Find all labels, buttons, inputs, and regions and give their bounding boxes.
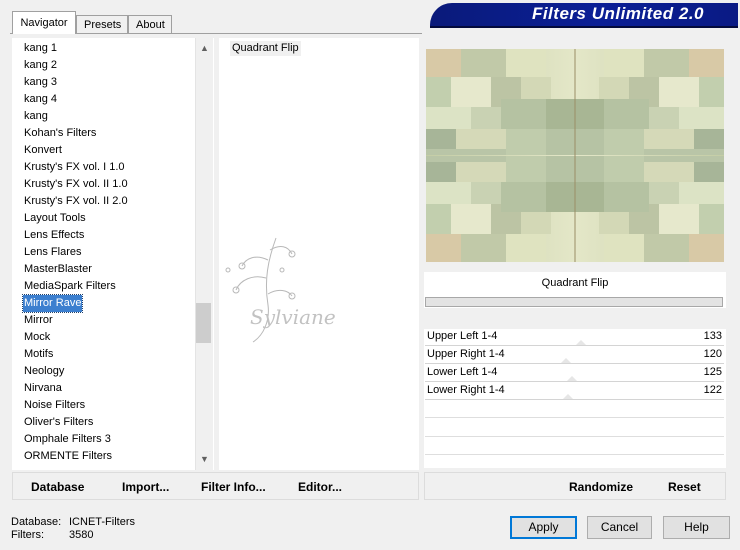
filter-list-item[interactable]: MasterBlaster — [23, 261, 93, 278]
current-filter-name: Quadrant Flip — [541, 277, 609, 289]
filter-list-item[interactable]: Krusty's FX vol. I 1.0 — [23, 159, 126, 176]
apply-button[interactable]: Apply — [510, 516, 577, 539]
filter-list-item[interactable]: Noise Filters — [23, 397, 86, 414]
effect-item-quadrant-flip[interactable]: Quadrant Flip — [230, 41, 301, 56]
filter-list-item[interactable]: Mirror Rave — [21, 294, 84, 313]
scroll-up-icon[interactable]: ▲ — [196, 40, 213, 57]
preview-image — [426, 49, 724, 262]
filter-list-item[interactable]: Nirvana — [23, 380, 63, 397]
param-slider-thumb[interactable] — [561, 358, 571, 363]
filter-list-item[interactable]: kang — [23, 108, 49, 125]
panel-spacer — [424, 308, 726, 329]
editor-button[interactable]: Editor... — [298, 480, 342, 494]
watermark-text: Sylviane — [250, 305, 336, 329]
filter-category-list[interactable]: kang 1 kang 2 kang 3 kang 4 kang Kohan's Filt… — [12, 38, 214, 470]
filters-label: Filters: — [11, 529, 44, 541]
database-label: Database: — [11, 516, 62, 528]
filter-info-button[interactable]: Filter Info... — [201, 480, 266, 494]
param-row-empty — [425, 417, 724, 418]
param-label: Upper Right 1-4 — [427, 348, 505, 360]
param-slider-thumb[interactable] — [563, 394, 574, 399]
tab-about[interactable]: About — [128, 15, 172, 33]
param-slider-track[interactable] — [425, 399, 724, 400]
preview-pattern — [426, 49, 724, 262]
tab-navigator[interactable]: Navigator — [12, 11, 76, 34]
filter-list-item[interactable]: Mock — [23, 329, 51, 346]
param-label: Lower Right 1-4 — [427, 384, 505, 396]
filter-list-item[interactable]: Mirror — [23, 312, 54, 329]
progress-bar — [425, 297, 723, 307]
filter-list-item[interactable]: kang 1 — [23, 40, 58, 57]
param-value[interactable]: 125 — [704, 366, 722, 378]
param-row-empty — [425, 436, 724, 437]
filter-list-item[interactable]: Lens Flares — [23, 244, 82, 261]
param-row-lower-right[interactable]: Lower Right 1-4 122 — [425, 382, 724, 400]
cancel-button[interactable]: Cancel — [587, 516, 652, 539]
filter-list-item[interactable]: Kohan's Filters — [23, 125, 97, 142]
filter-list-item[interactable]: MediaSpark Filters — [23, 278, 117, 295]
filter-list-item[interactable]: kang 4 — [23, 91, 58, 108]
scroll-down-icon[interactable]: ▼ — [196, 451, 213, 468]
randomize-button[interactable]: Randomize — [569, 480, 633, 494]
app-title: Filters Unlimited 2.0 — [531, 4, 704, 23]
filter-list-item[interactable]: Konvert — [23, 142, 63, 159]
param-row-empty — [425, 454, 724, 455]
reset-button[interactable]: Reset — [668, 480, 701, 494]
import-button[interactable]: Import... — [122, 480, 169, 494]
filter-list-item[interactable]: Oliver's Filters — [23, 414, 94, 431]
filters-count: 3580 — [69, 529, 94, 541]
filter-list-item[interactable]: Layout Tools — [23, 210, 87, 227]
filter-list-item[interactable]: Krusty's FX vol. II 2.0 — [23, 193, 129, 210]
filter-list-item[interactable]: Omphale Filters 3 — [23, 431, 112, 448]
param-slider-thumb[interactable] — [566, 376, 577, 381]
param-row-upper-right[interactable]: Upper Right 1-4 120 — [425, 346, 724, 364]
tab-presets[interactable]: Presets — [76, 15, 128, 33]
filter-list-item[interactable]: kang 2 — [23, 57, 58, 74]
database-button[interactable]: Database — [31, 480, 84, 494]
param-value[interactable]: 120 — [704, 348, 722, 360]
filter-list-item[interactable]: kang 3 — [23, 74, 58, 91]
watermark-logo: Sylviane — [225, 237, 336, 343]
param-label: Lower Left 1-4 — [427, 366, 498, 378]
filter-list-item[interactable]: Lens Effects — [23, 227, 85, 244]
param-label: Upper Left 1-4 — [427, 330, 498, 342]
help-button[interactable]: Help — [663, 516, 730, 539]
filter-list-item[interactable]: ORMENTE Filters — [23, 448, 113, 465]
database-value: ICNET-Filters — [69, 516, 135, 528]
param-row-upper-left[interactable]: Upper Left 1-4 133 — [425, 328, 724, 346]
param-slider-thumb[interactable] — [575, 340, 586, 345]
app-banner: Filters Unlimited 2.0 — [430, 3, 738, 28]
filter-list-item[interactable]: Motifs — [23, 346, 54, 363]
filter-list-item[interactable]: Krusty's FX vol. II 1.0 — [23, 176, 129, 193]
param-value[interactable]: 122 — [704, 384, 722, 396]
param-value[interactable]: 133 — [704, 330, 722, 342]
filter-list-item[interactable]: Neology — [23, 363, 65, 380]
param-row-lower-left[interactable]: Lower Left 1-4 125 — [425, 364, 724, 382]
